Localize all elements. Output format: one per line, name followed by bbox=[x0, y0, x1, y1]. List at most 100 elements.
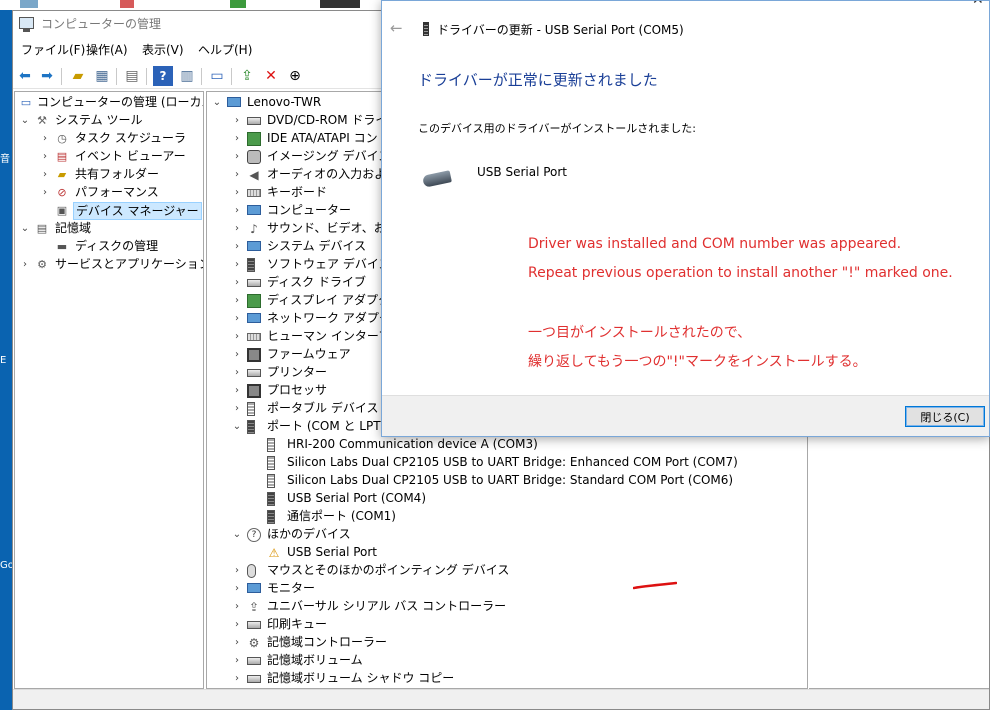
menu-help[interactable]: ヘルプ(H) bbox=[198, 41, 252, 58]
chevron-right-icon[interactable]: › bbox=[231, 258, 243, 272]
chevron-right-icon[interactable]: › bbox=[231, 366, 243, 380]
update-driver-icon[interactable]: ⇪ bbox=[237, 66, 257, 86]
tree-item-shared-folders[interactable]: › ▰ 共有フォルダー bbox=[15, 166, 203, 184]
device-category-label: ポータブル デバイス bbox=[267, 401, 379, 415]
chevron-right-icon[interactable]: › bbox=[39, 132, 51, 146]
chevron-right-icon[interactable]: › bbox=[231, 240, 243, 254]
chevron-right-icon[interactable]: › bbox=[231, 330, 243, 344]
port-item[interactable]: Silicon Labs Dual CP2105 USB to UART Bri… bbox=[207, 472, 807, 490]
chevron-right-icon[interactable]: › bbox=[231, 582, 243, 596]
device-category-label: システム デバイス bbox=[267, 239, 367, 253]
back-arrow-icon[interactable]: ← bbox=[390, 19, 403, 37]
tree-item-performance[interactable]: › ⊘ パフォーマンス bbox=[15, 184, 203, 202]
chevron-right-icon[interactable]: › bbox=[39, 168, 51, 182]
show-tree-icon[interactable]: ▦ bbox=[92, 66, 112, 86]
up-folder-icon[interactable]: ▰ bbox=[68, 66, 88, 86]
chevron-right-icon[interactable]: › bbox=[231, 132, 243, 146]
chevron-right-icon[interactable]: › bbox=[231, 168, 243, 182]
device-category[interactable]: › 印刷キュー bbox=[207, 616, 807, 634]
device-category[interactable]: › ⚙ 記憶域コントローラー bbox=[207, 634, 807, 652]
device-category-label: プロセッサ bbox=[267, 383, 328, 397]
chevron-down-icon[interactable]: ⌄ bbox=[211, 96, 223, 110]
chevron-right-icon[interactable]: › bbox=[231, 600, 243, 614]
device-category[interactable]: › モニター bbox=[207, 580, 807, 598]
device-category-label: ユニバーサル シリアル バス コントローラー bbox=[267, 599, 507, 613]
shadow-copy-icon bbox=[247, 675, 261, 683]
chevron-right-icon[interactable]: › bbox=[231, 222, 243, 236]
device-category-label: 記憶域ボリューム シャドウ コピー bbox=[267, 671, 455, 685]
other-device-item[interactable]: ⚠ USB Serial Port bbox=[207, 544, 807, 562]
chevron-right-icon[interactable]: › bbox=[39, 186, 51, 200]
tree-item-system-tools[interactable]: ⌄ ⚒ システム ツール bbox=[15, 112, 203, 130]
device-category-other[interactable]: ⌄ ? ほかのデバイス bbox=[207, 526, 807, 544]
tree-item-storage[interactable]: ⌄ ▤ 記憶域 bbox=[15, 220, 203, 238]
tree-item-label: サービスとアプリケーション bbox=[55, 257, 204, 271]
uninstall-icon[interactable]: ✕ bbox=[261, 66, 281, 86]
chevron-right-icon[interactable]: › bbox=[231, 564, 243, 578]
device-category-label: 記憶域ボリューム bbox=[267, 653, 363, 667]
back-arrow-icon[interactable]: ⬅ bbox=[15, 66, 35, 86]
chevron-right-icon[interactable]: › bbox=[231, 348, 243, 362]
tree-item-task-scheduler[interactable]: › ◷ タスク スケジューラ bbox=[15, 130, 203, 148]
chevron-right-icon[interactable]: › bbox=[231, 186, 243, 200]
tree-item-services-applications[interactable]: › ⚙ サービスとアプリケーション bbox=[15, 256, 203, 274]
port-item[interactable]: Silicon Labs Dual CP2105 USB to UART Bri… bbox=[207, 454, 807, 472]
chevron-right-icon[interactable]: › bbox=[231, 150, 243, 164]
chevron-right-icon[interactable]: › bbox=[231, 672, 243, 686]
device-category-label: プリンター bbox=[267, 365, 328, 379]
port-item-label: HRI-200 Communication device A (COM3) bbox=[287, 437, 538, 451]
chevron-right-icon[interactable]: › bbox=[231, 204, 243, 218]
port-icon bbox=[267, 456, 275, 470]
tree-item-label: パフォーマンス bbox=[75, 185, 159, 199]
properties-icon[interactable]: ▤ bbox=[122, 66, 142, 86]
device-category[interactable]: › ⇪ ユニバーサル シリアル バス コントローラー bbox=[207, 598, 807, 616]
chevron-down-icon[interactable]: ⌄ bbox=[231, 528, 243, 542]
speaker-icon: ◀ bbox=[249, 168, 259, 182]
tree-item-device-manager[interactable]: ▣ デバイス マネージャー bbox=[15, 202, 203, 220]
port-item[interactable]: HRI-200 Communication device A (COM3) bbox=[207, 436, 807, 454]
dialog-subtitle: このデバイス用のドライバーがインストールされました: bbox=[418, 122, 696, 135]
chevron-down-icon[interactable]: ⌄ bbox=[231, 420, 243, 434]
scan-hardware-icon[interactable]: ⊕ bbox=[285, 66, 305, 86]
dialog-footer: 閉じる(C) bbox=[382, 395, 989, 436]
chevron-right-icon[interactable]: › bbox=[231, 618, 243, 632]
device-category[interactable]: › 記憶域ボリューム bbox=[207, 652, 807, 670]
device-category-label: ほかのデバイス bbox=[267, 527, 351, 541]
services-icon: ⚙ bbox=[37, 258, 47, 271]
action-pane-icon[interactable]: ▥ bbox=[177, 66, 197, 86]
desktop-edge-glyph: E bbox=[0, 355, 7, 366]
close-button[interactable]: 閉じる(C) bbox=[905, 406, 985, 427]
chevron-right-icon[interactable]: › bbox=[231, 294, 243, 308]
usb-serial-device-icon bbox=[422, 170, 452, 188]
tree-item-computer-management[interactable]: ▭ コンピューターの管理 (ローカル) bbox=[15, 94, 203, 112]
chevron-right-icon[interactable]: › bbox=[231, 276, 243, 290]
chevron-right-icon[interactable]: › bbox=[39, 150, 51, 164]
chevron-down-icon[interactable]: ⌄ bbox=[19, 114, 31, 128]
tree-item-event-viewer[interactable]: › ▤ イベント ビューアー bbox=[15, 148, 203, 166]
chevron-right-icon[interactable]: › bbox=[231, 384, 243, 398]
chevron-right-icon[interactable]: › bbox=[231, 402, 243, 416]
port-item[interactable]: USB Serial Port (COM4) bbox=[207, 490, 807, 508]
help-icon[interactable]: ? bbox=[153, 66, 173, 86]
chevron-right-icon[interactable]: › bbox=[231, 654, 243, 668]
device-category-label: コンピューター bbox=[267, 203, 352, 217]
disk-icon: ▬ bbox=[56, 240, 68, 253]
menu-view[interactable]: 表示(V) bbox=[142, 41, 184, 58]
monitor-icon[interactable]: ▭ bbox=[207, 66, 227, 86]
tree-item-disk-management[interactable]: ▬ ディスクの管理 bbox=[15, 238, 203, 256]
port-item[interactable]: 通信ポート (COM1) bbox=[207, 508, 807, 526]
usb-icon: ⇪ bbox=[248, 600, 260, 614]
chevron-right-icon[interactable]: › bbox=[19, 258, 31, 272]
chevron-down-icon[interactable]: ⌄ bbox=[19, 222, 31, 236]
chevron-right-icon[interactable]: › bbox=[231, 114, 243, 128]
installed-device-name: USB Serial Port bbox=[477, 165, 568, 179]
forward-arrow-icon[interactable]: ➡ bbox=[37, 66, 57, 86]
chevron-right-icon[interactable]: › bbox=[231, 636, 243, 650]
menu-file[interactable]: ファイル(F) bbox=[21, 41, 85, 58]
menu-action[interactable]: 操作(A) bbox=[86, 41, 128, 58]
device-category[interactable]: › マウスとそのほかのポインティング デバイス bbox=[207, 562, 807, 580]
chevron-right-icon[interactable]: › bbox=[231, 312, 243, 326]
device-category[interactable]: › 記憶域ボリューム シャドウ コピー bbox=[207, 670, 807, 688]
camera-icon bbox=[247, 150, 261, 164]
close-icon[interactable]: ✕ bbox=[972, 1, 984, 8]
